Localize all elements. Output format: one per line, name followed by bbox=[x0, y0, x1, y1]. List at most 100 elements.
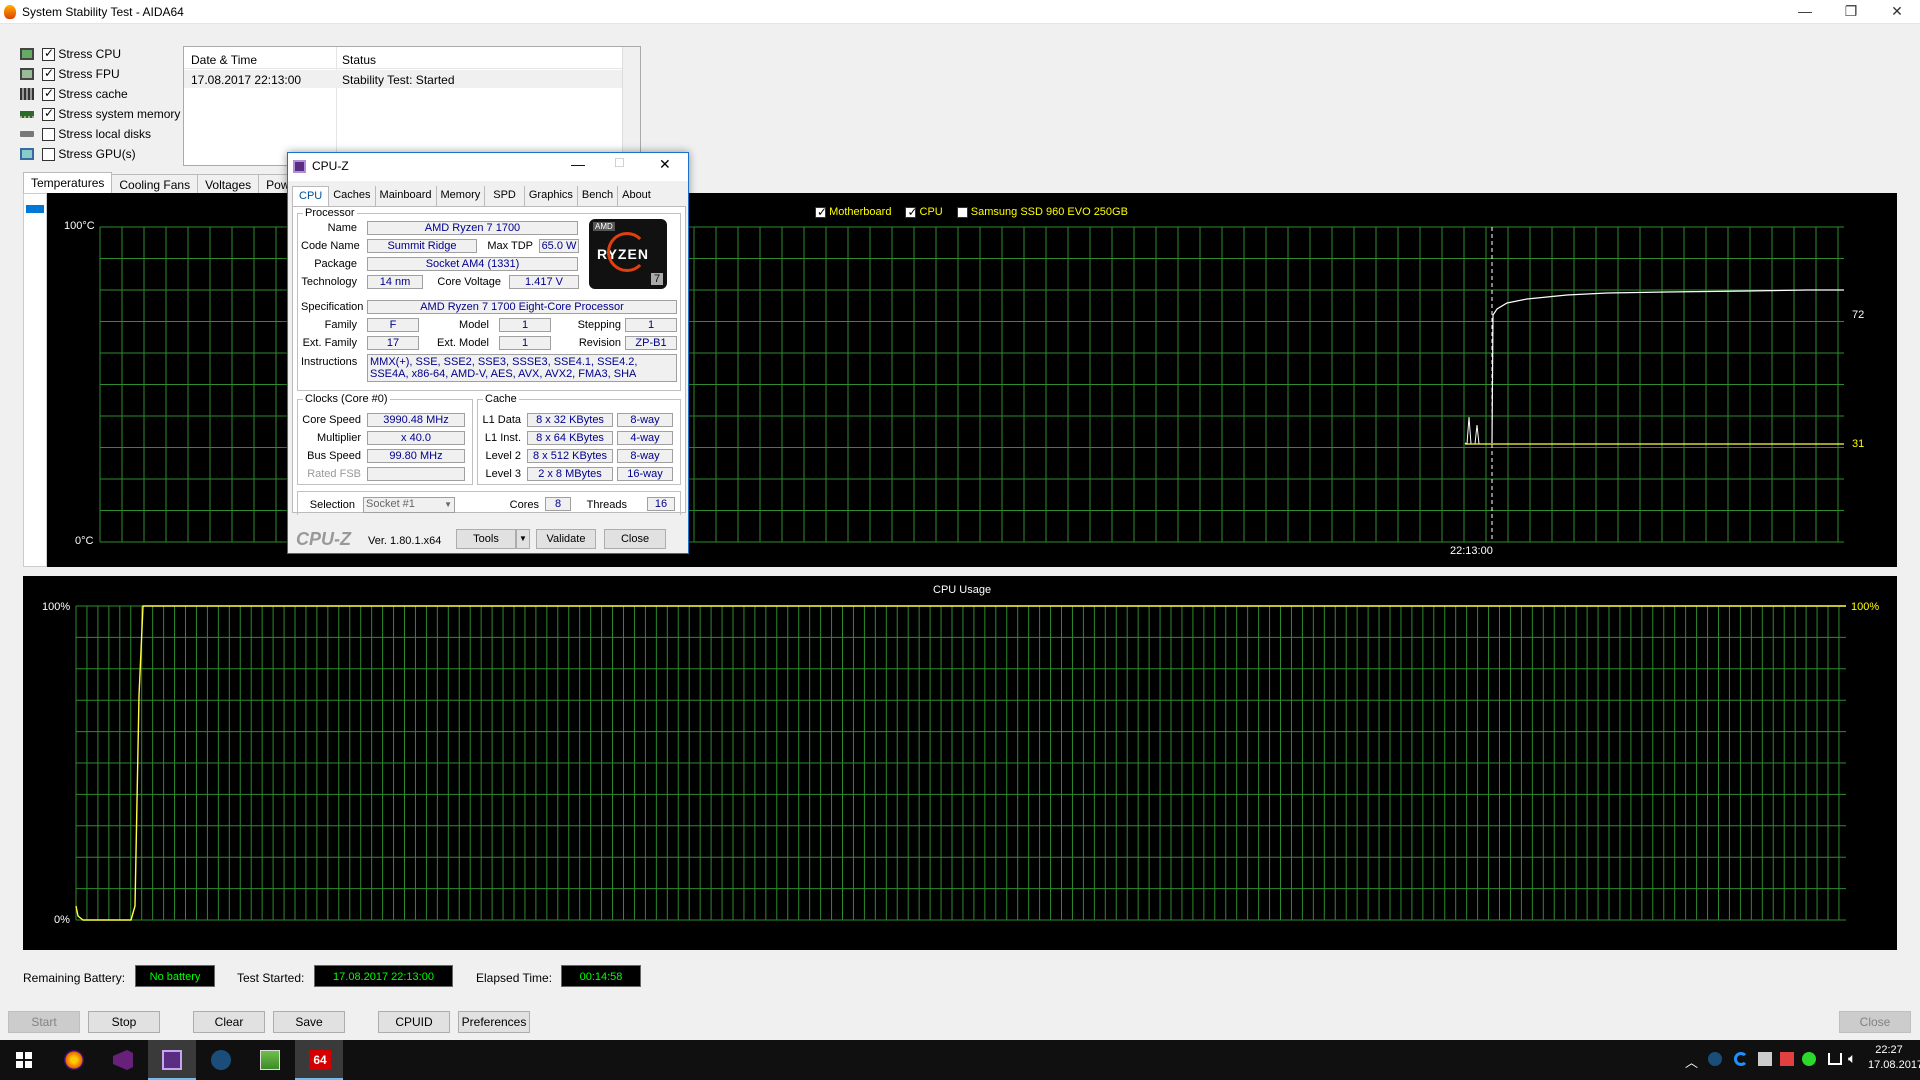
tray-clock[interactable]: 22:27 17.08.2017 bbox=[1868, 1044, 1920, 1071]
tray-volume-icon[interactable]: 🔈︎ bbox=[1848, 1050, 1856, 1067]
ratedfsb-label: Rated FSB bbox=[307, 468, 361, 480]
stress-memory-option[interactable]: Stress system memory bbox=[20, 105, 180, 123]
processor-group-title: Processor bbox=[303, 207, 357, 219]
taskbar-firefox[interactable] bbox=[50, 1040, 98, 1080]
column-divider bbox=[336, 47, 337, 167]
cpuz-tab-mainboard[interactable]: Mainboard bbox=[376, 186, 437, 206]
cpuz-tab-graphics[interactable]: Graphics bbox=[525, 186, 578, 206]
log-scrollbar[interactable] bbox=[622, 47, 640, 165]
save-button[interactable]: Save bbox=[273, 1011, 345, 1033]
tray-date: 17.08.2017 bbox=[1868, 1059, 1920, 1071]
log-header-date[interactable]: Date & Time bbox=[191, 53, 257, 67]
stress-memory-checkbox[interactable] bbox=[42, 106, 55, 121]
stress-cpu-option[interactable]: Stress CPU bbox=[20, 45, 121, 63]
tab-temperatures[interactable]: Temperatures bbox=[23, 172, 113, 195]
stress-cache-option[interactable]: Stress cache bbox=[20, 85, 128, 103]
stress-disks-checkbox[interactable] bbox=[42, 127, 55, 141]
cpuid-button[interactable]: CPUID bbox=[378, 1011, 450, 1033]
visual-studio-icon bbox=[113, 1050, 133, 1070]
extfamily-field: 17 bbox=[367, 336, 419, 350]
event-log-list[interactable]: Date & Time Status 17.08.2017 22:13:00 S… bbox=[183, 46, 641, 167]
cpuz-close-button[interactable]: Close bbox=[604, 529, 666, 549]
cpuz-close-window-button[interactable]: ✕ bbox=[659, 156, 671, 173]
cpuz-tab-about[interactable]: About bbox=[618, 186, 655, 206]
close-window-button[interactable]: ✕ bbox=[1874, 0, 1920, 24]
cpuz-tab-cpu[interactable]: CPU bbox=[292, 186, 330, 206]
validate-button[interactable]: Validate bbox=[536, 529, 596, 549]
cpuz-minimize-button[interactable]: — bbox=[571, 156, 585, 172]
cache-icon bbox=[20, 88, 34, 100]
cpuz-title-bar: CPU-Z — ☐ ✕ bbox=[288, 153, 688, 181]
elapsed-value: 00:14:58 bbox=[561, 965, 641, 987]
cpuz-tabs: CPU Caches Mainboard Memory SPD Graphics… bbox=[292, 186, 686, 206]
cpuz-tab-bench[interactable]: Bench bbox=[578, 186, 619, 206]
socket-select[interactable]: Socket #1 ▼ bbox=[363, 497, 455, 513]
taskbar: 64 ︿ 🔈︎ 22:27 17.08.2017 bbox=[0, 1040, 1920, 1080]
start-menu-button[interactable] bbox=[0, 1040, 48, 1080]
minimize-button[interactable]: — bbox=[1782, 0, 1828, 24]
cpuz-maximize-button[interactable]: ☐ bbox=[614, 156, 625, 170]
cpuz-tab-memory[interactable]: Memory bbox=[437, 186, 486, 206]
stepping-field: 1 bbox=[625, 318, 677, 332]
cpu-temp-trace bbox=[1491, 289, 1844, 444]
cpu-usage-title: CPU Usage bbox=[933, 584, 992, 596]
maxtdp-label: Max TDP bbox=[487, 240, 533, 252]
stepping-label: Stepping bbox=[577, 319, 621, 331]
log-header-status[interactable]: Status bbox=[342, 53, 376, 67]
stress-cpu-checkbox[interactable] bbox=[42, 46, 55, 61]
codename-field: Summit Ridge bbox=[367, 239, 477, 253]
legend-cpu[interactable]: CPU bbox=[905, 205, 943, 219]
stress-gpu-checkbox[interactable] bbox=[42, 147, 55, 161]
stress-disks-option[interactable]: Stress local disks bbox=[20, 125, 151, 143]
busspeed-field: 99.80 MHz bbox=[367, 449, 465, 463]
busspeed-label: Bus Speed bbox=[307, 450, 361, 462]
maximize-button[interactable]: ❐ bbox=[1828, 0, 1874, 24]
taskbar-visual-studio[interactable] bbox=[99, 1040, 147, 1080]
preferences-button[interactable]: Preferences bbox=[458, 1011, 530, 1033]
stress-fpu-checkbox[interactable] bbox=[42, 66, 55, 81]
temp-time-label: 22:13:00 bbox=[1450, 545, 1493, 557]
stress-cache-checkbox[interactable] bbox=[42, 86, 55, 101]
amd-badge: AMD bbox=[593, 222, 615, 231]
stress-gpu-option[interactable]: Stress GPU(s) bbox=[20, 145, 136, 163]
cpu-usage-graph-svg bbox=[75, 605, 1846, 921]
tray-security-icon[interactable] bbox=[1758, 1052, 1772, 1066]
tray-sync-icon[interactable] bbox=[1734, 1052, 1748, 1066]
tools-dropdown-button[interactable]: ▼ bbox=[516, 529, 530, 549]
corespeed-label: Core Speed bbox=[302, 414, 361, 426]
maxtdp-field: 65.0 W bbox=[539, 239, 579, 253]
legend-ssd[interactable]: Samsung SSD 960 EVO 250GB bbox=[956, 206, 1128, 218]
tray-overflow-icon[interactable]: ︿ bbox=[1685, 1052, 1698, 1071]
tray-network-icon[interactable] bbox=[1828, 1053, 1842, 1065]
start-button[interactable]: Start bbox=[8, 1011, 80, 1033]
l3-ways-field: 16-way bbox=[617, 467, 673, 481]
taskbar-aida64[interactable]: 64 bbox=[295, 1040, 343, 1080]
tray-nvidia-icon[interactable] bbox=[1802, 1052, 1816, 1066]
l1i-label: L1 Inst. bbox=[484, 432, 521, 444]
tray-warning-icon[interactable] bbox=[1780, 1052, 1794, 1066]
threads-label: Threads bbox=[586, 499, 627, 511]
legend-cpu-checkbox[interactable] bbox=[905, 205, 918, 219]
tools-button[interactable]: Tools bbox=[456, 529, 516, 549]
aida64-taskbar-icon: 64 bbox=[309, 1050, 331, 1070]
cpuz-tab-spd[interactable]: SPD bbox=[485, 186, 525, 206]
stress-fpu-option[interactable]: Stress FPU bbox=[20, 65, 120, 83]
taskbar-steam[interactable] bbox=[197, 1040, 245, 1080]
taskbar-cpuz[interactable] bbox=[148, 1040, 196, 1080]
multiplier-field: x 40.0 bbox=[367, 431, 465, 445]
legend-ssd-checkbox[interactable] bbox=[956, 206, 968, 218]
stop-button[interactable]: Stop bbox=[88, 1011, 160, 1033]
name-field: AMD Ryzen 7 1700 bbox=[367, 221, 578, 235]
model-label: Model bbox=[459, 319, 489, 331]
legend-motherboard[interactable]: Motherboard bbox=[815, 205, 891, 219]
legend-motherboard-checkbox[interactable] bbox=[815, 205, 827, 219]
tray-steam-icon[interactable] bbox=[1708, 1052, 1722, 1066]
taskbar-notepad[interactable] bbox=[246, 1040, 294, 1080]
clear-button[interactable]: Clear bbox=[193, 1011, 265, 1033]
close-button[interactable]: Close bbox=[1839, 1011, 1911, 1033]
chevron-down-icon: ▼ bbox=[444, 500, 452, 509]
cpuz-tab-caches[interactable]: Caches bbox=[329, 186, 376, 206]
extmodel-field: 1 bbox=[499, 336, 551, 350]
extfamily-label: Ext. Family bbox=[302, 337, 357, 349]
ratedfsb-field bbox=[367, 467, 465, 481]
